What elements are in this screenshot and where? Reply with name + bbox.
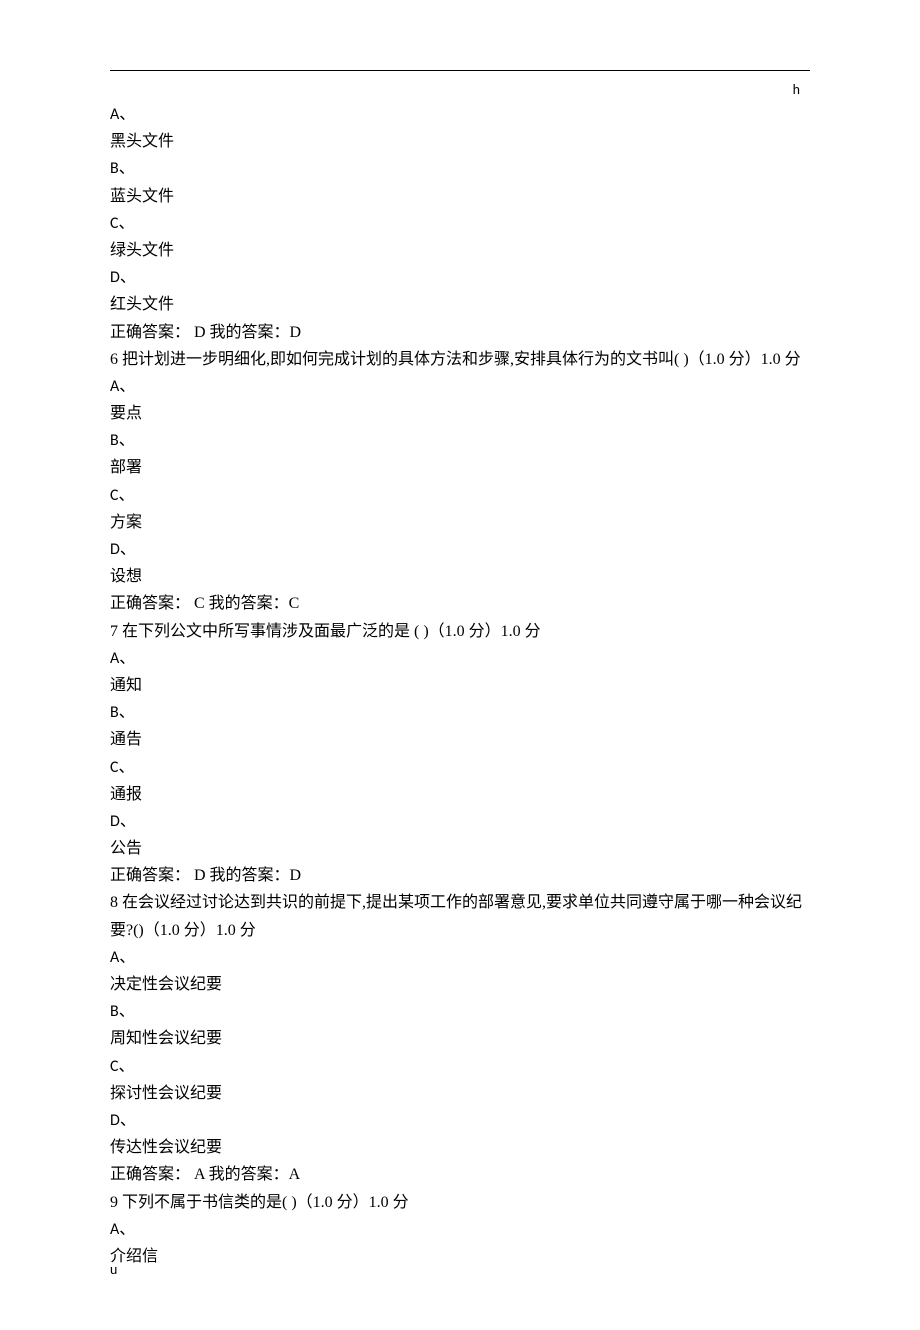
q6-optC-text: 方案: [110, 509, 810, 536]
q5-optC-label: C、: [110, 210, 810, 237]
q8-answer: 正确答案： A 我的答案：A: [110, 1161, 810, 1188]
q7-optD-label: D、: [110, 808, 810, 835]
q7-optC-text: 通报: [110, 781, 810, 808]
q8-stem: 8 在会议经过讨论达到共识的前提下,提出某项工作的部署意见,要求单位共同遵守属于…: [110, 889, 810, 943]
q6-optD-label: D、: [110, 536, 810, 563]
document-page: h A、 黑头文件 B、 蓝头文件 C、 绿头文件 D、 红头文件 正确答案： …: [0, 0, 920, 1330]
q6-answer: 正确答案： C 我的答案：C: [110, 590, 810, 617]
q6-optA-label: A、: [110, 373, 810, 400]
q6-stem: 6 把计划进一步明细化,即如何完成计划的具体方法和步骤,安排具体行为的文书叫( …: [110, 346, 810, 373]
q8-optD-text: 传达性会议纪要: [110, 1134, 810, 1161]
q7-optD-text: 公告: [110, 835, 810, 862]
q7-optB-label: B、: [110, 699, 810, 726]
q8-optC-label: C、: [110, 1053, 810, 1080]
q7-answer: 正确答案： D 我的答案：D: [110, 862, 810, 889]
q8-optA-label: A、: [110, 944, 810, 971]
q5-optA-label: A、: [110, 101, 810, 128]
q8-optB-label: B、: [110, 998, 810, 1025]
q5-optB-text: 蓝头文件: [110, 183, 810, 210]
header-mark: h: [793, 78, 800, 102]
q5-optA-text: 黑头文件: [110, 128, 810, 155]
q5-optC-text: 绿头文件: [110, 237, 810, 264]
q6-optD-text: 设想: [110, 563, 810, 590]
header-rule: [110, 70, 810, 71]
q5-optB-label: B、: [110, 155, 810, 182]
q5-answer: 正确答案： D 我的答案：D: [110, 319, 810, 346]
q9-optA-label: A、: [110, 1216, 810, 1243]
q7-optB-text: 通告: [110, 726, 810, 753]
q7-optC-label: C、: [110, 754, 810, 781]
q8-optC-text: 探讨性会议纪要: [110, 1080, 810, 1107]
q8-optB-text: 周知性会议纪要: [110, 1025, 810, 1052]
document-body: A、 黑头文件 B、 蓝头文件 C、 绿头文件 D、 红头文件 正确答案： D …: [110, 101, 810, 1270]
q6-optB-text: 部署: [110, 454, 810, 481]
q6-optB-label: B、: [110, 427, 810, 454]
q5-optD-text: 红头文件: [110, 291, 810, 318]
q8-optA-text: 决定性会议纪要: [110, 971, 810, 998]
q7-optA-label: A、: [110, 645, 810, 672]
q7-stem: 7 在下列公文中所写事情涉及面最广泛的是 ( )（1.0 分）1.0 分: [110, 618, 810, 645]
q9-optA-text: 介绍信: [110, 1243, 810, 1270]
q5-optD-label: D、: [110, 264, 810, 291]
q7-optA-text: 通知: [110, 672, 810, 699]
q6-optA-text: 要点: [110, 400, 810, 427]
q9-stem: 9 下列不属于书信类的是( )（1.0 分）1.0 分: [110, 1189, 810, 1216]
q6-optC-label: C、: [110, 482, 810, 509]
q8-optD-label: D、: [110, 1107, 810, 1134]
footer-mark: u: [110, 1258, 117, 1282]
